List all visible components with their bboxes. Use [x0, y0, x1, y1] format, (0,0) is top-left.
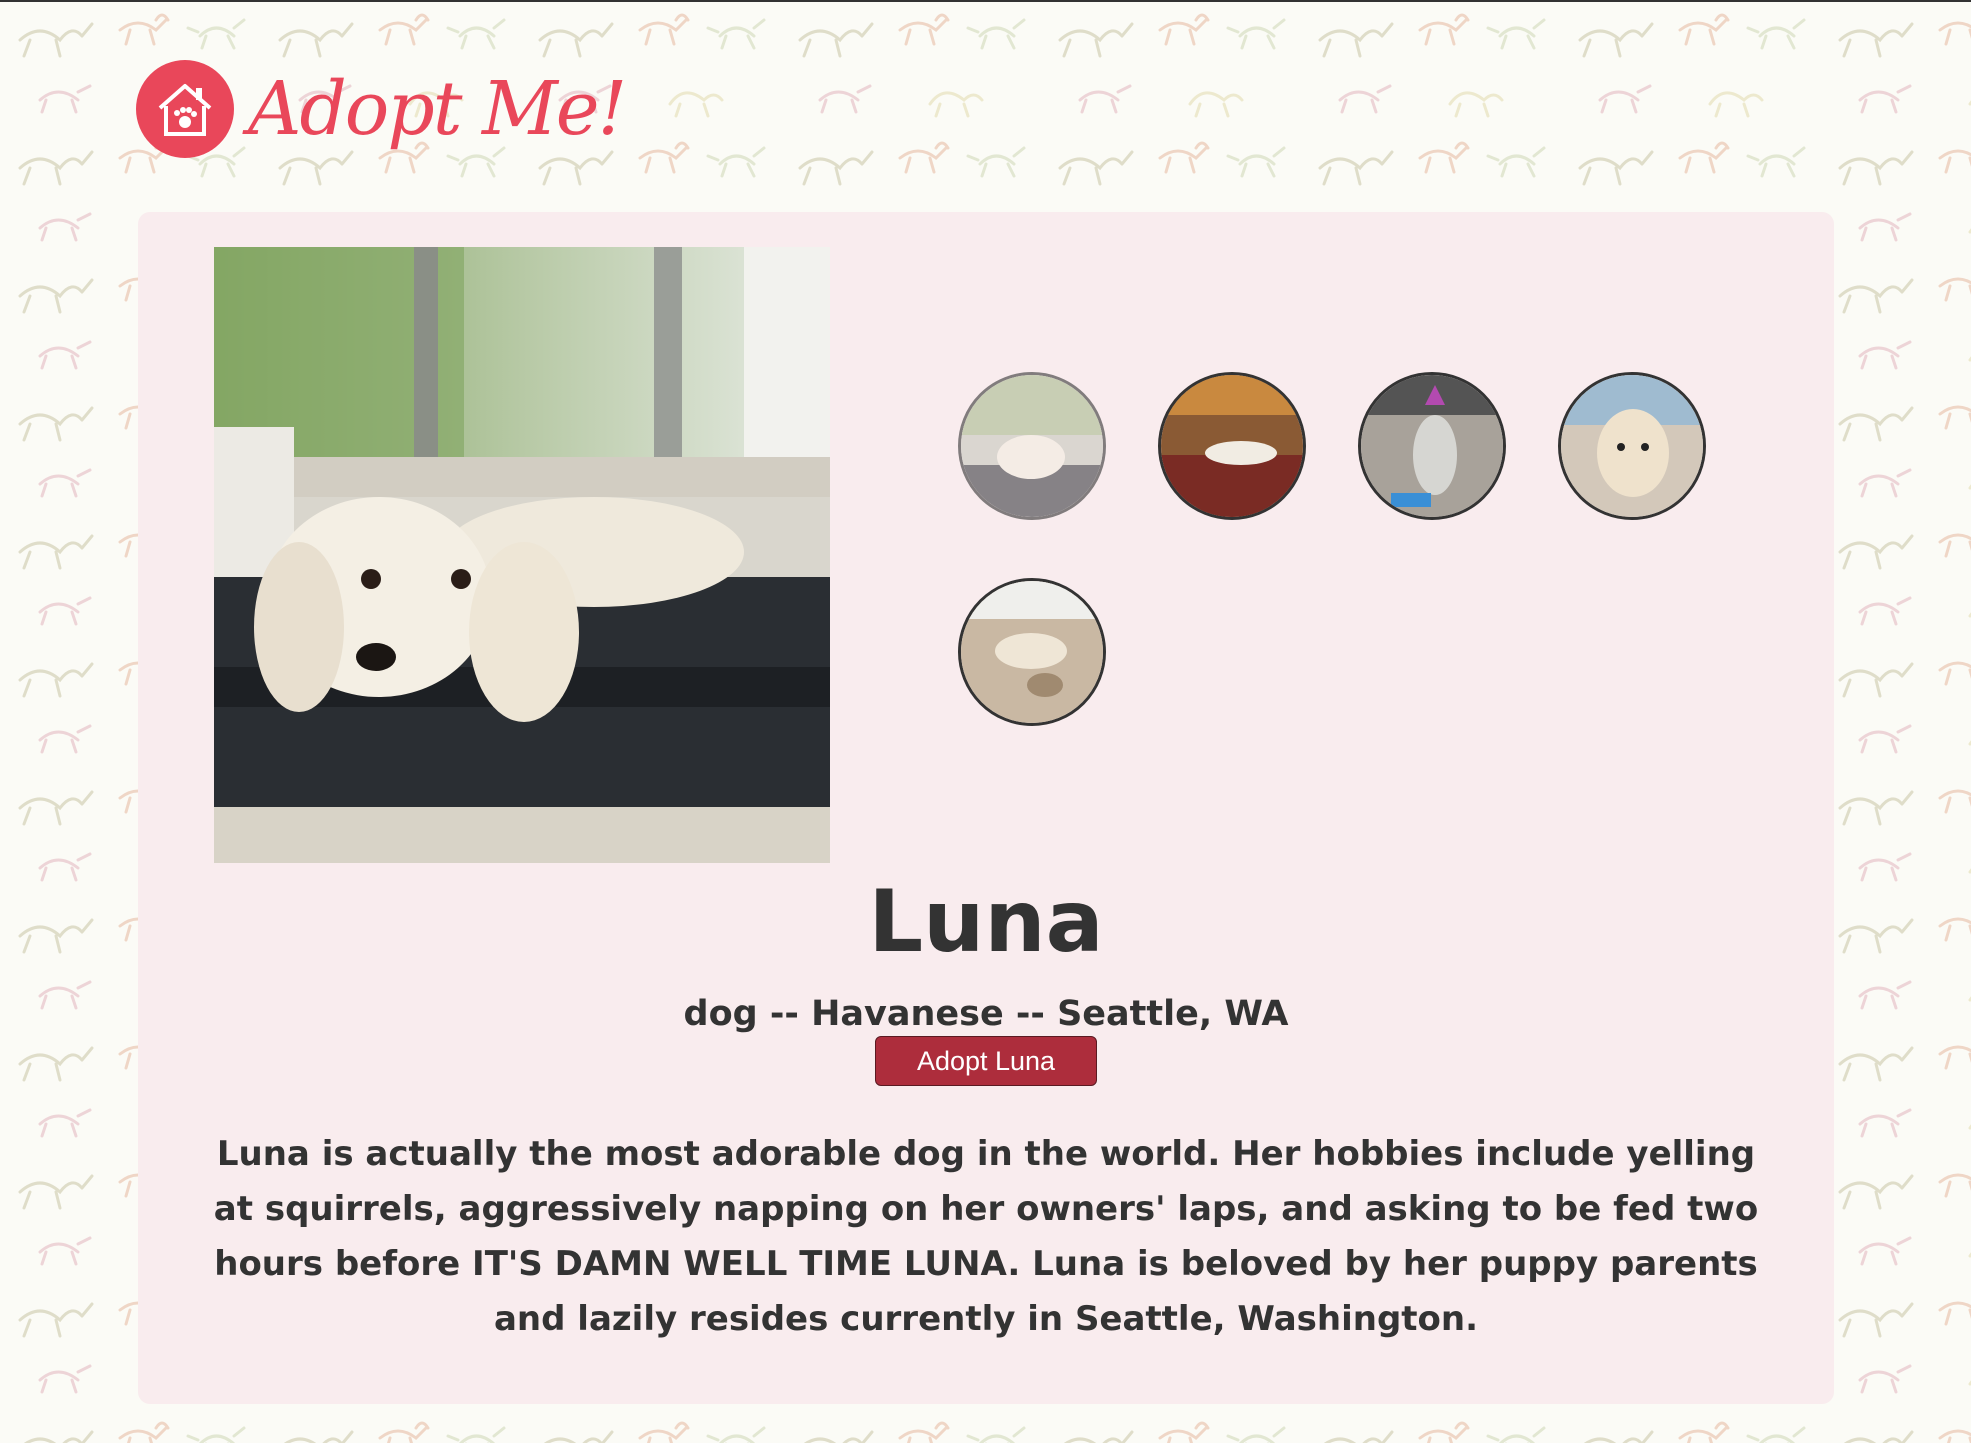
hero-photo — [214, 247, 830, 863]
gallery-thumbnail-3[interactable] — [1358, 372, 1506, 520]
gallery-thumbnail-2[interactable] — [1158, 372, 1306, 520]
pet-description: Luna is actually the most adorable dog i… — [213, 1134, 1759, 1339]
pet-details-card: Luna dog -- Havanese -- Seattle, WA Adop… — [138, 212, 1834, 1404]
gallery-thumbnail-1[interactable] — [958, 372, 1106, 520]
brand-name: Adopt Me! — [248, 66, 627, 152]
pet-meta: dog -- Havanese -- Seattle, WA — [683, 994, 1289, 1034]
pet-name: Luna — [868, 872, 1104, 972]
gallery-thumbnail-5[interactable] — [958, 578, 1106, 726]
gallery-thumbnail-4[interactable] — [1558, 372, 1706, 520]
house-paw-icon — [136, 60, 234, 158]
adopt-button[interactable]: Adopt Luna — [875, 1036, 1097, 1086]
site-logo[interactable]: Adopt Me! — [136, 60, 627, 158]
